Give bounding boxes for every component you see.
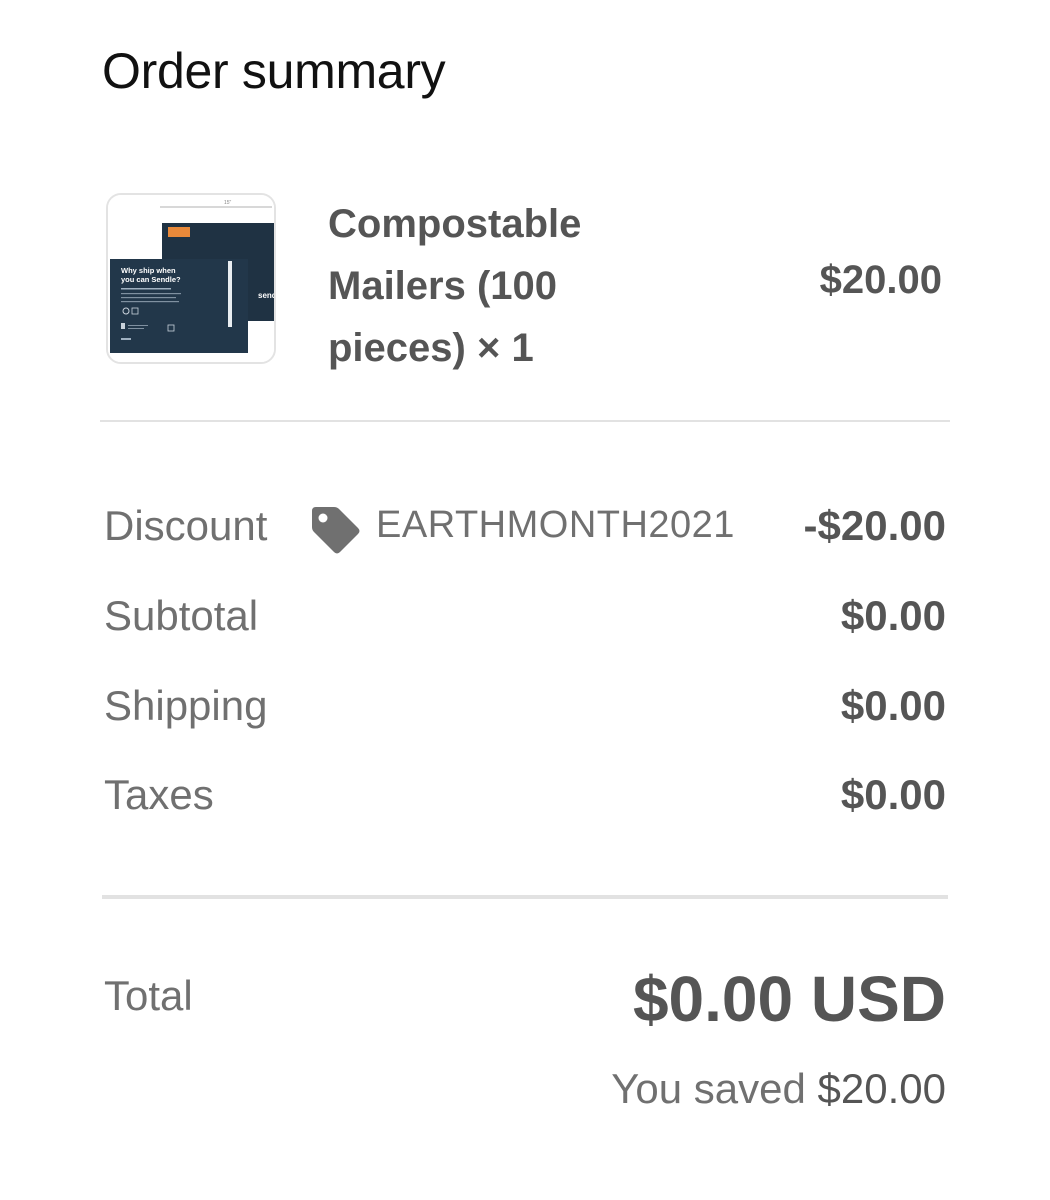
total-divider	[102, 895, 948, 899]
discount-label: Discount	[104, 502, 268, 549]
subtotal-label: Subtotal	[104, 592, 259, 639]
divider	[100, 420, 950, 422]
item-name: Compostable Mailers (100 pieces) × 1	[328, 202, 582, 370]
item-price: $20.00	[819, 258, 942, 302]
total-label: Total	[104, 972, 193, 1019]
savings-note: You saved $20.00	[611, 1065, 946, 1113]
mailer-headline-1: Why ship when	[121, 266, 176, 275]
savings-amount: $20.00	[817, 1065, 946, 1112]
product-thumbnail: 15" sendle Why ship when you can Sendle?	[106, 193, 276, 364]
dimension-label: 15"	[224, 200, 232, 206]
shipping-label: Shipping	[104, 682, 268, 729]
total-amount: $0.00 USD	[632, 963, 946, 1035]
discount-code: EARTHMONTH2021	[376, 504, 735, 546]
taxes-label: Taxes	[104, 771, 214, 818]
subtotal-amount: $0.00	[840, 592, 946, 639]
savings-prefix: You saved	[611, 1065, 806, 1112]
mailer-brand: sendle	[258, 291, 274, 300]
mailer-headline-2: you can Sendle?	[121, 275, 181, 284]
tag-icon	[308, 503, 362, 560]
order-summary-title: Order summary	[102, 43, 446, 99]
taxes-amount: $0.00	[840, 771, 946, 818]
discount-amount: -$20.00	[803, 502, 946, 549]
mailer-image: 15" sendle Why ship when you can Sendle?	[108, 195, 274, 362]
shipping-amount: $0.00	[840, 682, 946, 729]
